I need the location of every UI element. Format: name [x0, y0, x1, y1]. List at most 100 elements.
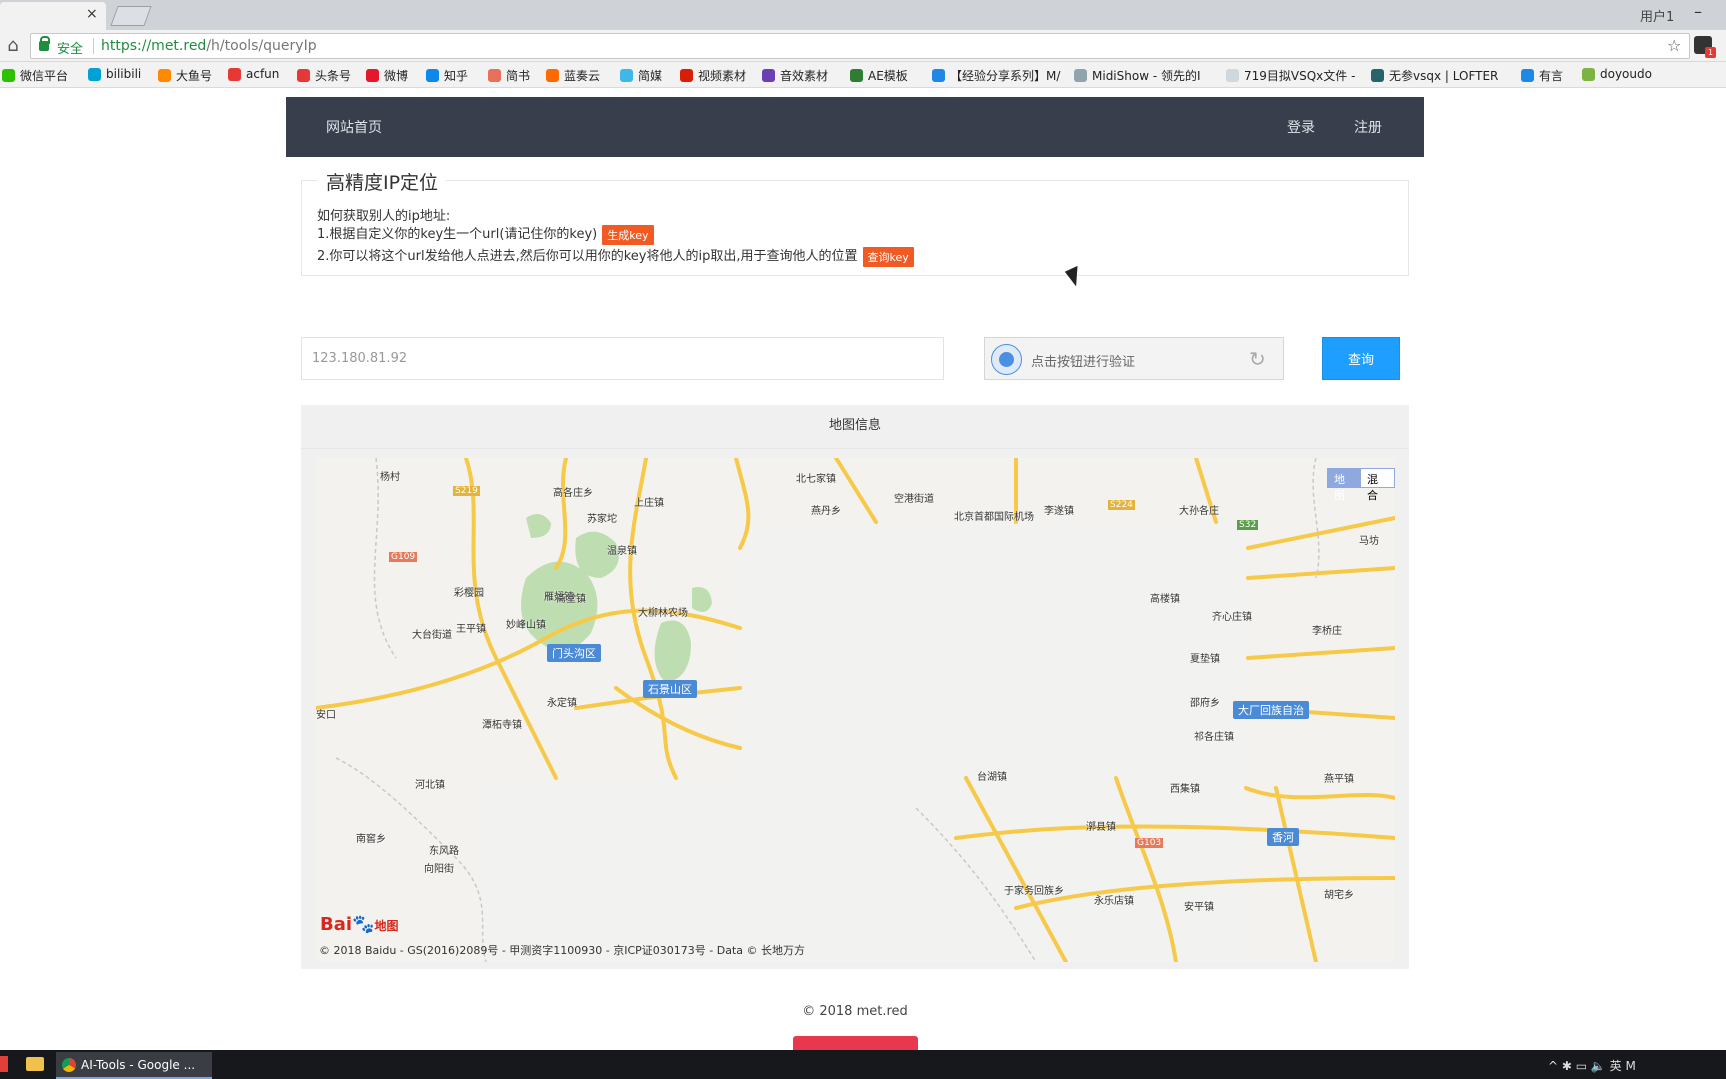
bookmark-item[interactable]: 简书	[488, 67, 530, 84]
url-text[interactable]: https://met.red/h/tools/queryIp	[101, 38, 317, 54]
map-place-label: 齐心庄镇	[1212, 612, 1252, 623]
info-line-step1: 1.根据自定义你的key生一个url(请记住你的key) 生成key	[317, 223, 654, 245]
map-place-label: 王平镇	[456, 624, 486, 635]
browser-tab[interactable]: ×	[0, 2, 106, 30]
page-title: 高精度IP定位	[318, 168, 447, 195]
map-district-label: 石景山区	[643, 680, 697, 698]
taskbar-chrome-item[interactable]: AI-Tools - Google ...	[56, 1052, 212, 1079]
url-path: /h/tools/queryIp	[206, 38, 317, 54]
map-place-label: 夏垫镇	[1190, 654, 1220, 665]
info-step2-text: 2.你可以将这个url发给他人点进去,然后你可以用你的key将他人的ip取出,用…	[317, 249, 858, 264]
bookmark-item[interactable]: acfun	[228, 67, 279, 81]
bookmark-item[interactable]: 微博	[366, 67, 408, 84]
map-place-label: 南窖乡	[356, 834, 386, 845]
star-icon[interactable]: ☆	[1667, 36, 1681, 55]
bookmark-icon	[228, 67, 241, 81]
generate-key-button[interactable]: 生成key	[602, 224, 654, 245]
map-place-label: 上庄镇	[634, 498, 664, 509]
file-explorer-icon[interactable]	[26, 1057, 44, 1071]
map-place-label: 燕平镇	[1324, 774, 1354, 785]
system-tray[interactable]: ^ ✱ ▭ 🔈 英 M	[1548, 1057, 1636, 1074]
map-place-label: 漷县镇	[1086, 822, 1116, 833]
info-line-intro: 如何获取别人的ip地址:	[317, 209, 451, 224]
map-type-hybrid-button[interactable]: 混合	[1361, 469, 1394, 502]
map-place-label: 斋堂镇	[556, 594, 586, 605]
bookmark-label: AE模板	[868, 69, 908, 83]
footer-copyright: © 2018 met.red	[802, 1004, 908, 1019]
bookmark-label: 【经验分享系列】M/	[950, 69, 1061, 83]
map-place-label: 台湖镇	[977, 772, 1007, 783]
map-view[interactable]: 地图 混合 Bai🐾地图 © 2018 Baidu - GS(2016)2089…	[316, 458, 1395, 962]
map-place-label: 西集镇	[1170, 784, 1200, 795]
minimize-icon[interactable]: –	[1694, 2, 1702, 21]
bookmark-item[interactable]: MidiShow - 领先的I	[1074, 67, 1201, 84]
bookmark-icon	[366, 69, 379, 82]
bookmark-label: 有言	[1539, 69, 1564, 83]
profile-label[interactable]: 用户1	[1640, 6, 1674, 25]
start-icon[interactable]	[0, 1056, 8, 1072]
bookmark-item[interactable]: 头条号	[297, 67, 351, 84]
map-place-label: 高楼镇	[1150, 594, 1180, 605]
bookmark-item[interactable]: 音效素材	[762, 67, 828, 84]
bookmark-item[interactable]: 【经验分享系列】M/	[932, 67, 1060, 84]
query-key-button[interactable]: 查询key	[862, 246, 914, 267]
bookmark-item[interactable]: 无参vsqx | LOFTER	[1371, 67, 1498, 84]
bookmark-icon	[932, 69, 945, 82]
map-place-label: 北京首都国际机场	[954, 512, 1034, 523]
bookmark-item[interactable]: 蓝奏云	[546, 67, 600, 84]
map-place-label: 邵府乡	[1190, 698, 1220, 709]
tab-close-icon[interactable]: ×	[86, 6, 98, 22]
baidu-map-logo: Bai🐾地图	[320, 914, 398, 935]
bookmark-icon	[680, 69, 693, 82]
new-tab-button[interactable]	[110, 6, 152, 26]
map-place-label: 大孙各庄	[1179, 506, 1219, 517]
footer-red-tab[interactable]	[793, 1036, 918, 1050]
bookmark-item[interactable]: 有言	[1521, 67, 1563, 84]
nav-login-link[interactable]: 登录	[1287, 117, 1315, 137]
home-icon[interactable]: ⌂	[2, 36, 24, 58]
bookmark-item[interactable]: bilibili	[88, 67, 141, 81]
map-place-label: 胡宅乡	[1324, 890, 1354, 901]
bookmark-icon	[88, 67, 101, 81]
query-button[interactable]: 查询	[1322, 337, 1400, 380]
bookmark-label: acfun	[246, 67, 280, 81]
bookmark-item[interactable]: 视频素材	[680, 67, 746, 84]
ip-input[interactable]	[301, 337, 944, 380]
map-place-label: 潭柘寺镇	[482, 720, 522, 731]
map-place-label: 安平镇	[1184, 902, 1214, 913]
map-panel-title: 地图信息	[301, 405, 1409, 449]
lock-icon	[39, 36, 50, 51]
secure-label: 安全	[57, 42, 84, 57]
map-panel: 地图信息 地图 混合 Bai🐾地图 © 2018 Baidu - GS(2016…	[301, 405, 1409, 969]
map-unloaded-tile	[740, 522, 1248, 778]
bookmark-label: 简书	[506, 69, 531, 83]
map-type-map-button[interactable]: 地图	[1328, 469, 1361, 502]
bookmark-item[interactable]: 719目拟VSQx文件 -	[1226, 67, 1355, 84]
bookmark-item[interactable]: 微信平台	[2, 67, 68, 84]
map-place-label: 杨村	[380, 472, 400, 483]
extension-icon[interactable]	[1694, 36, 1716, 58]
bookmark-item[interactable]: 简媒	[620, 67, 662, 84]
bookmark-icon	[488, 69, 501, 82]
nav-home-link[interactable]: 网站首页	[326, 117, 382, 137]
omnibox[interactable]: 安全 https://met.red/h/tools/queryIp ☆	[30, 33, 1690, 59]
nav-register-link[interactable]: 注册	[1354, 117, 1382, 137]
bookmark-item[interactable]: AE模板	[850, 67, 908, 84]
bookmark-icon	[1226, 69, 1239, 82]
bookmark-label: 知乎	[444, 69, 469, 83]
refresh-icon[interactable]: ↻	[1249, 347, 1266, 371]
map-place-label: 安口	[316, 710, 336, 721]
captcha-widget[interactable]: 点击按钮进行验证 ↻	[984, 337, 1284, 380]
bookmark-item[interactable]: 大鱼号	[158, 67, 212, 84]
map-place-label: 河北镇	[415, 780, 445, 791]
bookmark-item[interactable]: 知乎	[426, 67, 468, 84]
captcha-radio-icon[interactable]	[991, 344, 1022, 375]
map-place-label: 彩樱园	[454, 588, 484, 599]
bookmark-item[interactable]: doyoudo	[1582, 67, 1652, 81]
map-place-label: 永乐店镇	[1094, 896, 1134, 907]
bookmark-icon	[762, 69, 775, 82]
bookmark-icon	[1074, 69, 1087, 82]
bookmark-icon	[546, 69, 559, 82]
url-separator	[93, 38, 94, 54]
map-copyright: © 2018 Baidu - GS(2016)2089号 - 甲测资字11009…	[319, 944, 806, 957]
